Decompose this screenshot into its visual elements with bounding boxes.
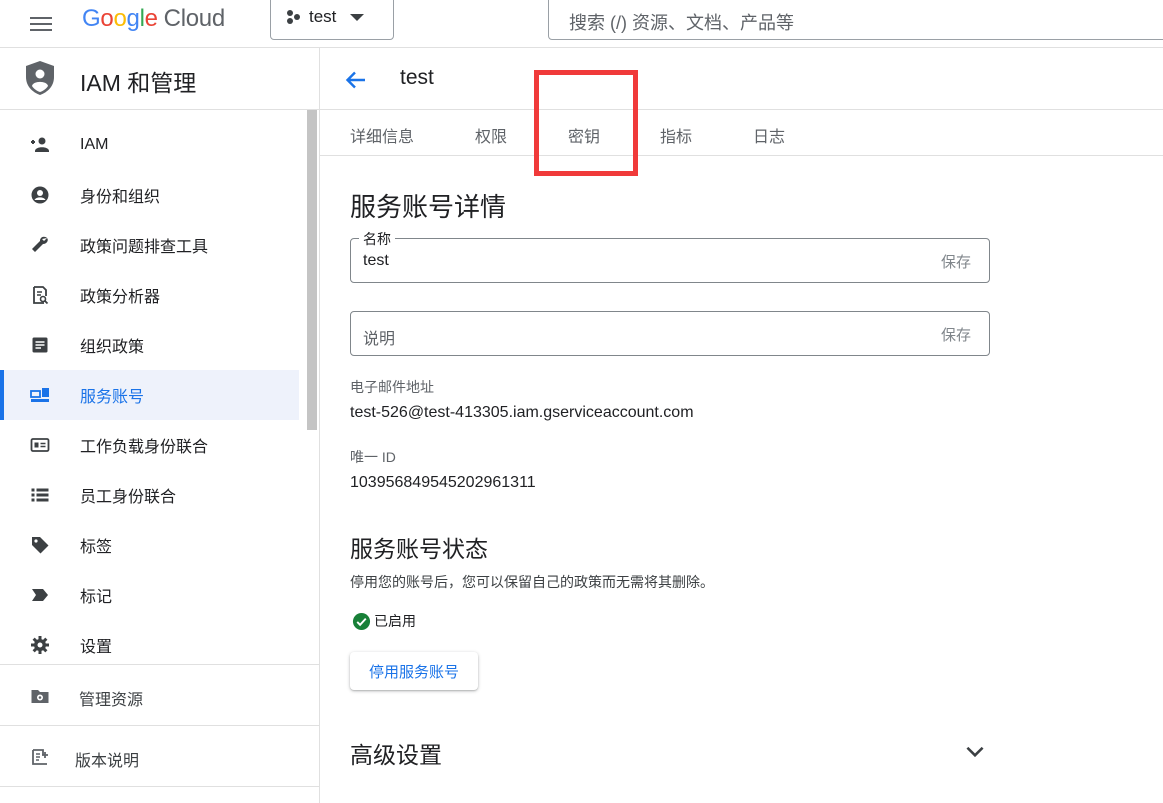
description-placeholder: 说明 [363, 331, 396, 348]
sidebar-item-label: 工作负载身份联合 [80, 439, 209, 456]
wrench-icon [30, 235, 50, 255]
sidebar-title: IAM 和管理 [80, 70, 197, 96]
logo-letter: o [100, 5, 114, 32]
google-cloud-logo[interactable]: Google Cloud [82, 5, 225, 33]
check-circle-icon [352, 612, 371, 630]
name-save-button[interactable]: 保存 [941, 251, 971, 272]
sidebar-item-label: 身份和组织 [80, 189, 161, 206]
sidebar-item-label: 设置 [80, 639, 113, 656]
sidebar-item-label: 员工身份联合 [80, 489, 177, 506]
unique-id-value: 103956849545202961311 [350, 474, 536, 491]
folder-gear-icon [30, 686, 50, 706]
release-notes-icon [30, 747, 50, 767]
logo-letter: g [126, 5, 140, 32]
logo-letter: e [144, 5, 158, 32]
project-icon [287, 10, 301, 24]
tab-bar: 详细信息 权限 密钥 指标 日志 [320, 110, 1163, 156]
tag-icon [30, 535, 50, 555]
tab-metrics[interactable]: 指标 [660, 123, 692, 147]
release-notes-link[interactable]: 版本说明 [0, 727, 319, 787]
sidebar-divider [0, 664, 319, 665]
name-field[interactable]: 名称 test 保存 [350, 229, 990, 283]
sidebar: IAM 和管理 IAM 身份和组织 政策问题排查工具 政策分析器 组织政策 服务… [0, 48, 320, 803]
article-icon [30, 335, 50, 355]
manage-resources-label: 管理资源 [79, 692, 144, 709]
tab-details[interactable]: 详细信息 [350, 123, 414, 147]
section-title-details: 服务账号详情 [350, 192, 507, 222]
sidebar-item-workload-identity[interactable]: 工作负载身份联合 [0, 420, 299, 470]
sidebar-item-label: 服务账号 [80, 389, 145, 406]
account-circle-icon [30, 185, 50, 205]
name-field-value: test [363, 252, 389, 269]
page-header: test [320, 48, 1163, 110]
sidebar-item-label: 政策问题排查工具 [80, 239, 209, 256]
sidebar-scrollbar[interactable] [307, 110, 317, 430]
logo-letter: o [113, 5, 127, 32]
sidebar-item-label: 政策分析器 [80, 289, 161, 306]
project-name: test [309, 7, 337, 26]
main-menu-icon[interactable] [30, 11, 56, 37]
sidebar-item-labels[interactable]: 标记 [0, 570, 299, 620]
search-input[interactable]: 搜索 (/) 资源、文档、产品等 [548, 0, 1163, 40]
email-label: 电子邮件地址 [350, 379, 434, 395]
logo-word-cloud: Cloud [163, 5, 226, 32]
sidebar-item-settings[interactable]: 设置 [0, 620, 299, 670]
chevron-down-icon[interactable] [962, 738, 988, 764]
caret-down-icon [350, 13, 365, 21]
tab-logs[interactable]: 日志 [753, 123, 785, 147]
sidebar-item-policy-analyzer[interactable]: 政策分析器 [0, 270, 299, 320]
section-title-status: 服务账号状态 [350, 536, 488, 562]
unique-id-label: 唯一 ID [350, 449, 396, 465]
email-value: test-526@test-413305.iam.gserviceaccount… [350, 404, 694, 421]
sidebar-item-policy-troubleshooter[interactable]: 政策问题排查工具 [0, 220, 299, 270]
sidebar-item-label: 组织政策 [80, 339, 145, 356]
status-badge: 已启用 [352, 611, 416, 631]
gear-icon [30, 635, 50, 655]
sidebar-item-org-policies[interactable]: 组织政策 [0, 320, 299, 370]
status-description: 停用您的账号后，您可以保留自己的政策而无需将其删除。 [350, 574, 714, 590]
release-notes-label: 版本说明 [75, 753, 140, 770]
id-card-icon [30, 435, 50, 455]
person-add-icon [30, 135, 50, 155]
sidebar-item-label: 标记 [80, 589, 113, 606]
sidebar-divider [0, 786, 319, 787]
top-bar: Google Cloud test 搜索 (/) 资源、文档、产品等 [0, 0, 1163, 48]
sidebar-header: IAM 和管理 [0, 48, 319, 110]
page-title: test [400, 66, 434, 89]
back-arrow-icon[interactable] [344, 68, 368, 92]
sidebar-item-identity-org[interactable]: 身份和组织 [0, 170, 299, 220]
sidebar-divider [0, 725, 319, 726]
label-icon [30, 585, 50, 605]
list-icon [30, 485, 50, 505]
description-save-button[interactable]: 保存 [941, 324, 971, 345]
status-text: 已启用 [374, 613, 416, 629]
annotation-highlight-box [534, 70, 638, 176]
sidebar-item-workforce-identity[interactable]: 员工身份联合 [0, 470, 299, 520]
name-field-label: 名称 [359, 229, 395, 249]
project-picker[interactable]: test [270, 0, 394, 40]
tab-permissions[interactable]: 权限 [475, 123, 507, 147]
sidebar-item-service-accounts[interactable]: 服务账号 [0, 370, 299, 420]
sidebar-item-label: IAM [80, 136, 109, 153]
disable-service-account-button[interactable]: 停用服务账号 [350, 652, 478, 690]
sidebar-item-tags[interactable]: 标签 [0, 520, 299, 570]
sidebar-item-label: 标签 [80, 539, 113, 556]
logo-letter: G [82, 5, 101, 32]
document-search-icon [30, 285, 50, 305]
description-field[interactable]: 说明 保存 [350, 311, 990, 356]
iam-shield-icon [26, 61, 54, 95]
service-account-icon [30, 385, 50, 405]
manage-resources-link[interactable]: 管理资源 [0, 666, 319, 726]
sidebar-item-iam[interactable]: IAM [0, 120, 299, 170]
section-title-advanced[interactable]: 高级设置 [350, 736, 442, 770]
